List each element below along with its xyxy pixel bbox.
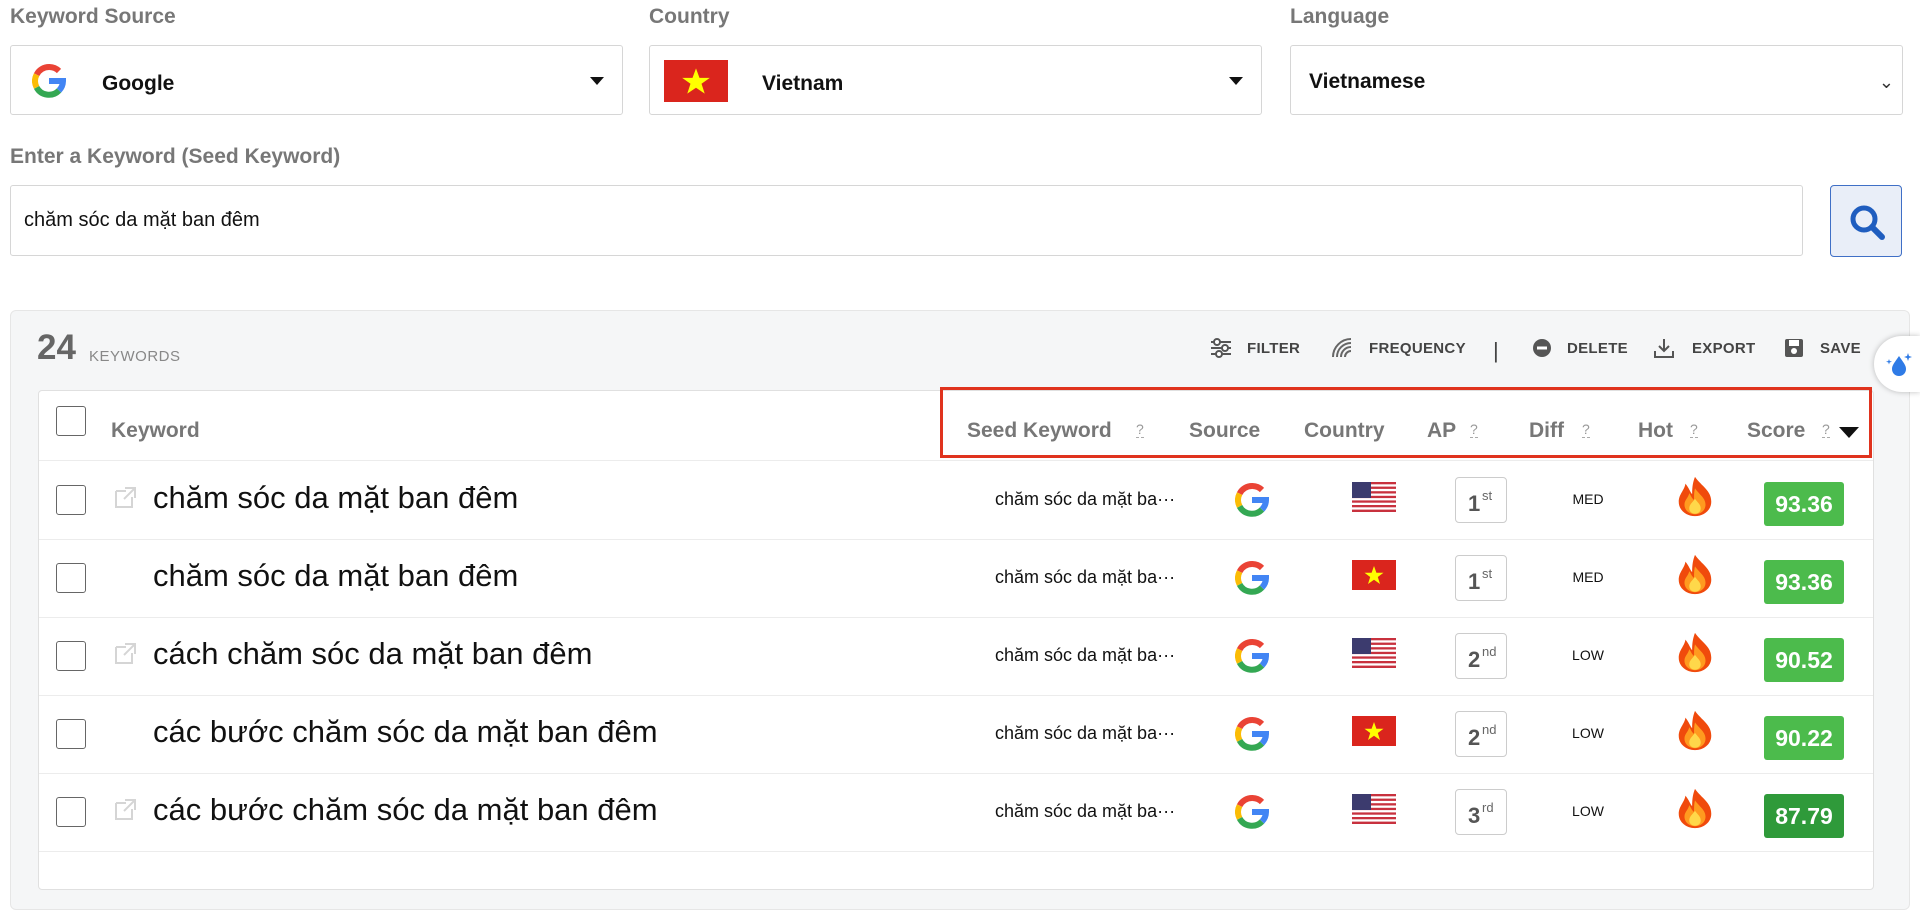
score-badge: 93.36 (1764, 560, 1844, 604)
droplet-sparkle-icon (1886, 353, 1912, 376)
export-button[interactable]: EXPORT (1692, 340, 1755, 357)
filter-sliders-icon[interactable] (1209, 336, 1233, 360)
row-separator (39, 617, 1873, 618)
google-icon (1235, 483, 1269, 517)
google-icon (1235, 717, 1269, 751)
keyword-text[interactable]: cách chăm sóc da mặt ban đêm (153, 636, 592, 672)
export-icon[interactable] (1652, 336, 1676, 360)
row-checkbox[interactable] (56, 797, 86, 827)
seed-keyword-label: Enter a Keyword (Seed Keyword) (10, 145, 341, 168)
ap-rank-badge: 2nd (1455, 633, 1507, 679)
language-value: Vietnamese (1309, 70, 1426, 93)
fire-icon (1678, 632, 1712, 673)
row-separator (39, 539, 1873, 540)
seed-keyword-cell: chăm sóc da mặt ba··· (995, 567, 1176, 587)
difficulty-cell: LOW (1572, 725, 1604, 741)
ap-rank-number: 2 (1468, 647, 1481, 672)
caret-down-icon (590, 77, 604, 85)
ap-rank-badge: 1st (1455, 555, 1507, 601)
row-checkbox[interactable] (56, 563, 86, 593)
highlight-box (940, 387, 1872, 458)
ap-rank-number: 1 (1468, 569, 1481, 594)
keyword-count-label: KEYWORDS (89, 348, 181, 365)
vietnam-flag-icon (1352, 716, 1396, 746)
google-icon (1235, 795, 1269, 829)
difficulty-cell: MED (1572, 569, 1604, 585)
row-checkbox[interactable] (56, 485, 86, 515)
frequency-button[interactable]: FREQUENCY (1369, 340, 1466, 357)
score-badge: 87.79 (1764, 794, 1844, 838)
header-separator (39, 460, 1873, 461)
score-badge: 93.36 (1764, 482, 1844, 526)
search-icon (1850, 205, 1885, 240)
delete-button[interactable]: DELETE (1567, 340, 1628, 357)
keyword-source-value: Google (102, 72, 175, 95)
keyword-source-select[interactable]: Google (10, 45, 623, 115)
google-icon (1235, 639, 1269, 673)
column-keyword-header[interactable]: Keyword (111, 419, 200, 443)
external-link-icon[interactable] (112, 797, 138, 823)
ap-rank-number: 2 (1468, 725, 1481, 750)
language-label: Language (1290, 5, 1390, 28)
select-all-checkbox[interactable] (56, 406, 86, 436)
caret-down-icon (1229, 77, 1243, 85)
row-checkbox[interactable] (56, 641, 86, 671)
ap-rank-suffix: nd (1482, 722, 1497, 737)
vietnam-flag-icon (1352, 560, 1396, 590)
keyword-count: 24 (37, 328, 76, 367)
ap-rank-suffix: nd (1482, 644, 1497, 659)
filter-button[interactable]: FILTER (1247, 340, 1300, 357)
ap-rank-suffix: st (1482, 488, 1493, 503)
country-value: Vietnam (762, 72, 844, 95)
us-flag-icon (1352, 794, 1396, 824)
frequency-icon[interactable] (1330, 336, 1354, 360)
seed-keyword-cell: chăm sóc da mặt ba··· (995, 801, 1176, 821)
country-label: Country (649, 5, 730, 28)
row-checkbox[interactable] (56, 719, 86, 749)
row-separator (39, 851, 1873, 852)
external-link-icon[interactable] (112, 485, 138, 511)
ap-rank-badge: 1st (1455, 477, 1507, 523)
fire-icon (1678, 788, 1712, 829)
difficulty-cell: MED (1572, 491, 1604, 507)
fire-icon (1678, 710, 1712, 751)
us-flag-icon (1352, 482, 1396, 512)
keyword-text[interactable]: chăm sóc da mặt ban đêm (153, 480, 518, 516)
fire-icon (1678, 476, 1712, 517)
language-select[interactable]: Vietnamese ⌄ (1290, 45, 1903, 115)
keyword-text[interactable]: các bước chăm sóc da mặt ban đêm (153, 792, 658, 828)
difficulty-cell: LOW (1572, 803, 1604, 819)
fire-icon (1678, 554, 1712, 595)
score-badge: 90.22 (1764, 716, 1844, 760)
delete-icon[interactable] (1530, 336, 1554, 360)
keyword-text[interactable]: các bước chăm sóc da mặt ban đêm (153, 714, 658, 750)
save-button[interactable]: SAVE (1820, 340, 1861, 357)
row-separator (39, 695, 1873, 696)
ap-rank-suffix: rd (1482, 800, 1494, 815)
google-icon (1235, 561, 1269, 595)
seed-keyword-cell: chăm sóc da mặt ba··· (995, 645, 1176, 665)
keyword-source-label: Keyword Source (10, 5, 176, 28)
toolbar-separator: | (1493, 338, 1500, 363)
score-badge: 90.52 (1764, 638, 1844, 682)
country-select[interactable]: Vietnam (649, 45, 1262, 115)
ap-rank-badge: 3rd (1455, 789, 1507, 835)
difficulty-cell: LOW (1572, 647, 1604, 663)
row-separator (39, 773, 1873, 774)
external-link-icon[interactable] (112, 641, 138, 667)
google-icon (32, 64, 66, 98)
seed-keyword-input[interactable]: chăm sóc da mặt ban đêm (10, 185, 1803, 256)
us-flag-icon (1352, 638, 1396, 668)
chevron-down-icon: ⌄ (1878, 72, 1894, 92)
seed-keyword-cell: chăm sóc da mặt ba··· (995, 723, 1176, 743)
save-icon[interactable] (1782, 336, 1806, 360)
ap-rank-badge: 2nd (1455, 711, 1507, 757)
seed-keyword-cell: chăm sóc da mặt ba··· (995, 489, 1176, 509)
vietnam-flag-icon (664, 60, 728, 102)
ap-rank-suffix: st (1482, 566, 1493, 581)
ap-rank-number: 3 (1468, 803, 1481, 828)
search-button[interactable] (1830, 185, 1902, 257)
ap-rank-number: 1 (1468, 491, 1481, 516)
keyword-text[interactable]: chăm sóc da mặt ban đêm (153, 558, 518, 594)
